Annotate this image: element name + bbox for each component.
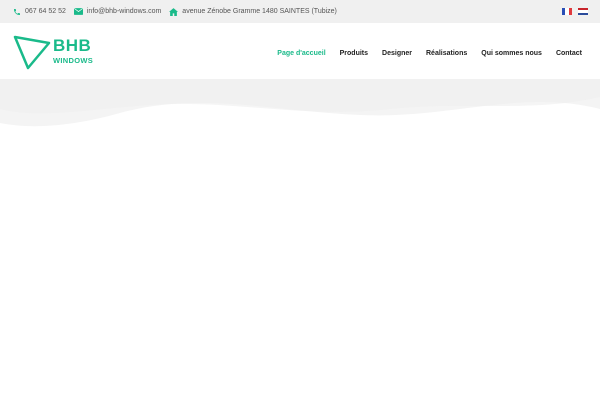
nav-products[interactable]: Produits: [340, 49, 368, 58]
decorative-wave: [0, 79, 600, 127]
nav-about[interactable]: Qui sommes nous: [481, 49, 542, 58]
logo-brand-text: BHB: [53, 36, 92, 55]
top-contact-bar: 067 64 52 52 info@bhb-windows.com avenue…: [0, 0, 600, 23]
home-icon: [169, 7, 179, 16]
language-switcher: [562, 8, 588, 15]
phone-number: 067 64 52 52: [25, 8, 66, 15]
email-address: info@bhb-windows.com: [86, 8, 162, 15]
envelope-icon: [73, 8, 83, 15]
main-navigation: Page d'accueil Produits Designer Réalisa…: [277, 49, 582, 58]
nav-contact[interactable]: Contact: [556, 49, 582, 58]
phone-icon: [14, 8, 20, 15]
site-header: BHB WINDOWS Page d'accueil Produits Desi…: [0, 23, 600, 79]
nl-flag[interactable]: [578, 8, 588, 15]
street-address: avenue Zénobe Gramme 1480 SAINTES (Tubiz…: [182, 8, 337, 15]
nav-designer[interactable]: Designer: [382, 49, 412, 58]
triangle-logo-icon: [13, 35, 51, 70]
site-logo[interactable]: BHB WINDOWS: [13, 35, 97, 71]
nav-home[interactable]: Page d'accueil: [277, 49, 325, 58]
phone-contact[interactable]: 067 64 52 52: [13, 8, 66, 16]
logo-sub-text: WINDOWS: [53, 56, 94, 65]
nav-realisations[interactable]: Réalisations: [426, 49, 467, 58]
address-contact: avenue Zénobe Gramme 1480 SAINTES (Tubiz…: [169, 7, 337, 16]
email-contact[interactable]: info@bhb-windows.com: [73, 8, 162, 15]
fr-flag[interactable]: [562, 8, 572, 15]
